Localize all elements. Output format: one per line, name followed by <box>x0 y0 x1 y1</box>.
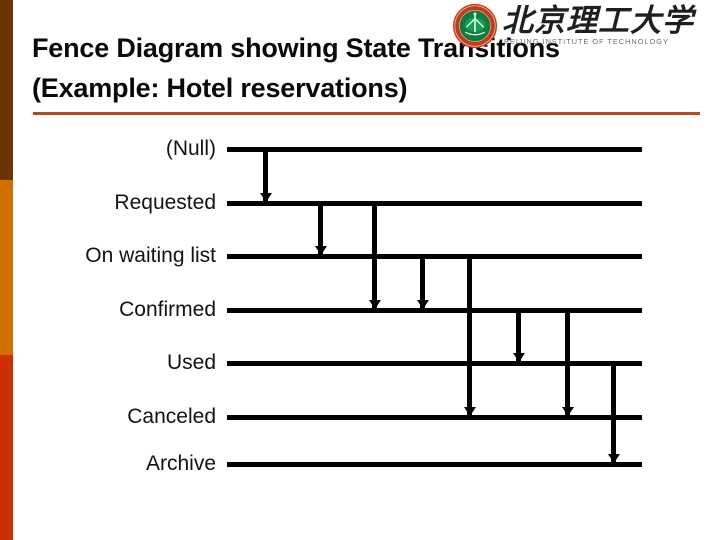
state-label: Confirmed <box>119 298 216 321</box>
state-rail <box>227 254 642 259</box>
state-label: Used <box>166 351 216 374</box>
arrowhead-icon <box>561 407 574 416</box>
arrowhead-icon <box>463 407 476 416</box>
arrowhead-icon <box>259 193 272 202</box>
state-label: (Null) <box>165 137 216 160</box>
state-label: Archive <box>145 452 216 475</box>
state-rail <box>227 361 642 366</box>
state-rail <box>227 147 642 152</box>
state-rail <box>227 201 642 206</box>
state-transition-arrow <box>372 201 377 308</box>
arrowhead-icon <box>314 246 327 255</box>
state-label: On waiting list <box>85 244 216 267</box>
state-label: Canceled <box>127 405 216 428</box>
arrowhead-icon <box>512 353 525 362</box>
state-transition-arrow <box>467 254 472 415</box>
state-rail <box>227 308 642 313</box>
slide-canvas: Fence Diagram showing State Transitions … <box>0 0 720 540</box>
arrowhead-icon <box>416 300 429 309</box>
state-transition-arrow <box>611 361 616 462</box>
state-transition-arrow <box>565 308 570 415</box>
state-rail <box>227 462 642 467</box>
arrowhead-icon <box>368 300 381 309</box>
arrowhead-icon <box>607 454 620 463</box>
state-label: Requested <box>114 191 216 214</box>
state-rail <box>227 415 642 420</box>
fence-diagram: (Null) Requested On waiting list Confirmed U… <box>0 0 720 540</box>
